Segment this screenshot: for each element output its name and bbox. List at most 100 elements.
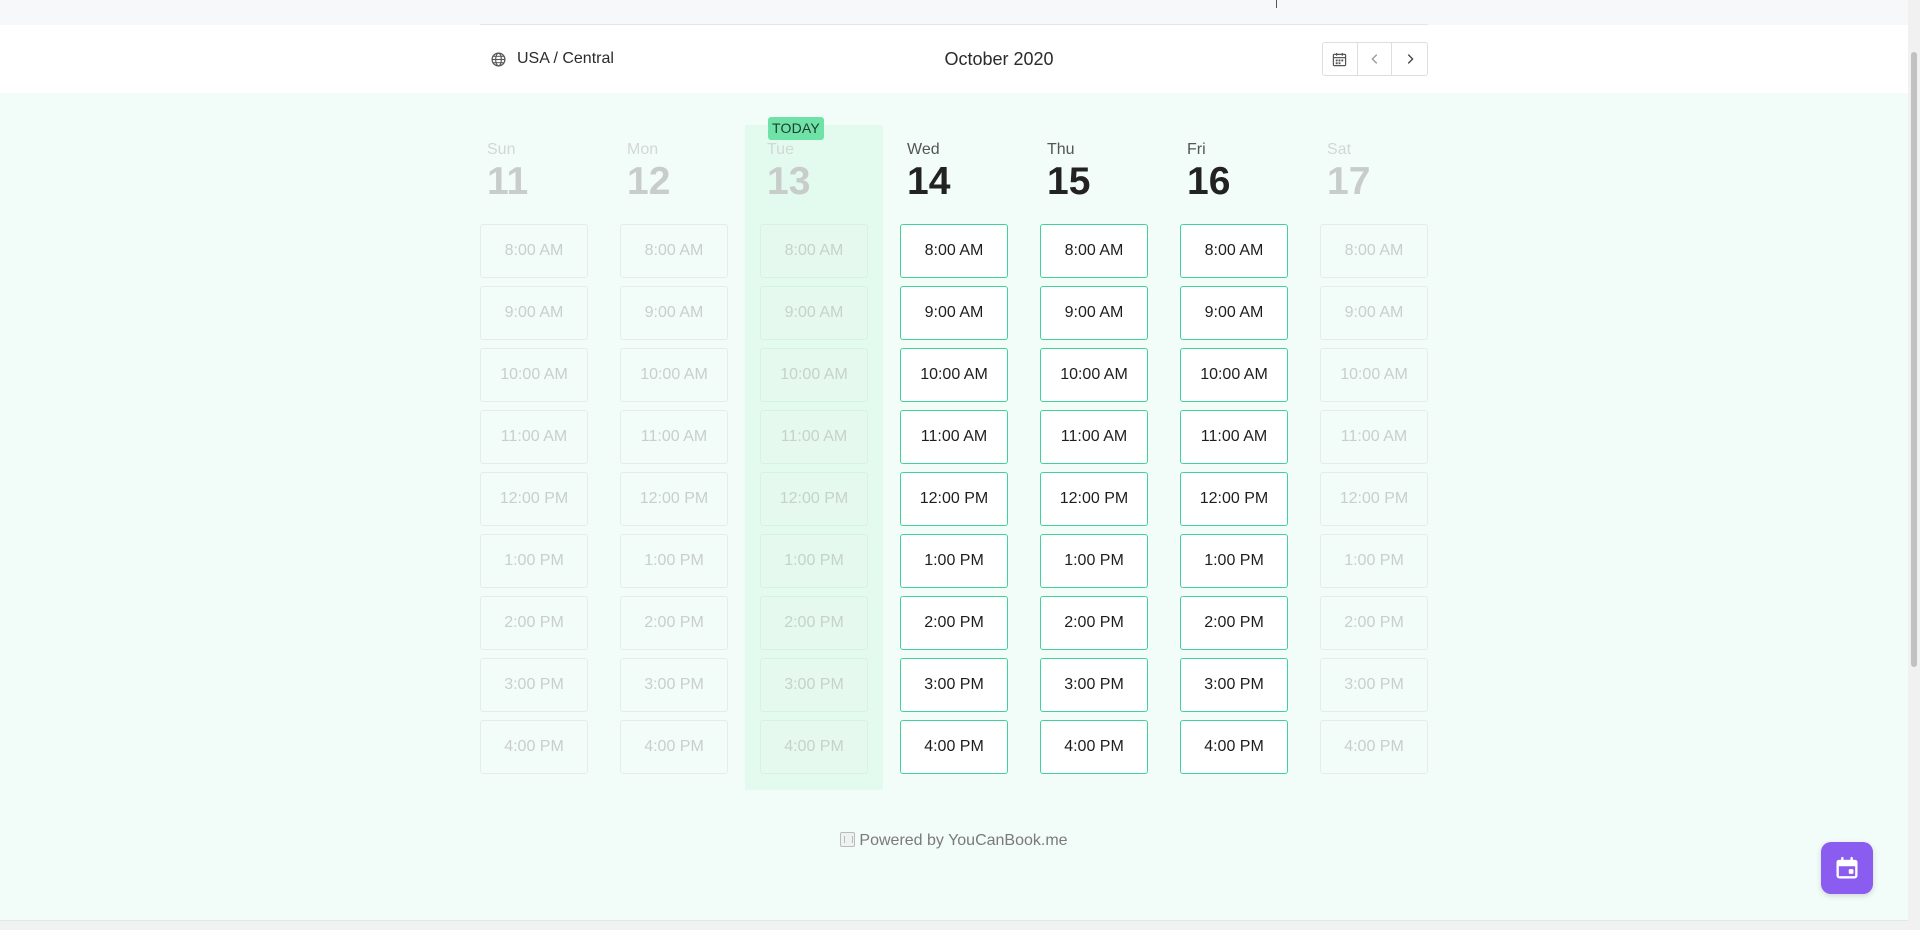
time-slot-button: 8:00 AM — [480, 224, 588, 278]
day-name: Fri — [1187, 141, 1206, 158]
time-slot-button: 9:00 AM — [760, 286, 868, 340]
day-number: 15 — [1047, 160, 1091, 203]
time-slot-button[interactable]: 2:00 PM — [1180, 596, 1288, 650]
time-slot-button: 10:00 AM — [480, 348, 588, 402]
calendar-icon — [1836, 856, 1858, 879]
time-slot-button[interactable]: 12:00 PM — [1180, 472, 1288, 526]
time-slot-button: 12:00 PM — [1320, 472, 1428, 526]
day-number: 16 — [1187, 160, 1231, 203]
time-slot-button: 11:00 AM — [480, 410, 588, 464]
time-slot-button[interactable]: 9:00 AM — [1040, 286, 1148, 340]
scrollbar-thumb[interactable] — [1911, 52, 1917, 667]
time-slot-button: 3:00 PM — [1320, 658, 1428, 712]
time-slot-button[interactable]: 4:00 PM — [1040, 720, 1148, 774]
time-slot-button: 9:00 AM — [620, 286, 728, 340]
day-number: 12 — [627, 160, 671, 203]
time-slot-button: 1:00 PM — [1320, 534, 1428, 588]
time-slot-button[interactable]: 2:00 PM — [1040, 596, 1148, 650]
time-slot-button: 10:00 AM — [1320, 348, 1428, 402]
time-slot-button: 11:00 AM — [760, 410, 868, 464]
time-slot-button[interactable]: 10:00 AM — [900, 348, 1008, 402]
day-name: Tue — [767, 141, 794, 158]
time-slot-button: 8:00 AM — [620, 224, 728, 278]
time-slot-button: 2:00 PM — [760, 596, 868, 650]
today-badge: TODAY — [768, 117, 824, 140]
time-slot-button: 4:00 PM — [620, 720, 728, 774]
bottom-strip — [0, 920, 1908, 930]
time-slot-button: 8:00 AM — [1320, 224, 1428, 278]
time-slot-button: 3:00 PM — [620, 658, 728, 712]
time-slot-button: 3:00 PM — [480, 658, 588, 712]
time-slot-button: 4:00 PM — [480, 720, 588, 774]
time-slot-button[interactable]: 12:00 PM — [1040, 472, 1148, 526]
time-slot-button[interactable]: 9:00 AM — [1180, 286, 1288, 340]
day-name: Wed — [907, 141, 940, 158]
day-name: Mon — [627, 141, 659, 158]
day-number: 17 — [1327, 160, 1371, 203]
day-name: Thu — [1047, 141, 1075, 158]
time-slot-button[interactable]: 11:00 AM — [900, 410, 1008, 464]
time-slot-button[interactable]: 10:00 AM — [1040, 348, 1148, 402]
time-slot-button[interactable]: 2:00 PM — [900, 596, 1008, 650]
time-slot-button[interactable]: 12:00 PM — [900, 472, 1008, 526]
next-week-button[interactable] — [1392, 43, 1427, 75]
time-slot-button: 9:00 AM — [1320, 286, 1428, 340]
youcanbook-logo-icon — [840, 832, 856, 847]
time-slot-button: 9:00 AM — [480, 286, 588, 340]
time-slot-button: 4:00 PM — [1320, 720, 1428, 774]
time-slot-button: 12:00 PM — [760, 472, 868, 526]
time-slot-button: 12:00 PM — [620, 472, 728, 526]
time-slot-button[interactable]: 1:00 PM — [900, 534, 1008, 588]
time-slot-button[interactable]: 1:00 PM — [1180, 534, 1288, 588]
time-slot-button: 2:00 PM — [620, 596, 728, 650]
scrollbar[interactable] — [1908, 0, 1920, 930]
time-slot-button: 1:00 PM — [760, 534, 868, 588]
time-slot-button[interactable]: 8:00 AM — [900, 224, 1008, 278]
day-name: Sun — [487, 141, 516, 158]
time-slot-button[interactable]: 4:00 PM — [900, 720, 1008, 774]
day-header-wed: Wed 14 — [907, 140, 950, 202]
time-slot-button: 2:00 PM — [1320, 596, 1428, 650]
time-slot-button: 3:00 PM — [760, 658, 868, 712]
day-number: 14 — [907, 160, 951, 203]
chevron-right-icon — [1407, 54, 1414, 64]
day-header-tue: Tue 13 — [767, 140, 810, 202]
time-slot-button[interactable]: 3:00 PM — [1040, 658, 1148, 712]
calendar-picker-button[interactable] — [1323, 43, 1358, 75]
time-slot-button[interactable]: 9:00 AM — [900, 286, 1008, 340]
footer: Powered by YouCanBook.me — [0, 832, 1908, 850]
time-slot-button: 11:00 AM — [1320, 410, 1428, 464]
day-name: Sat — [1327, 141, 1352, 158]
calendar-icon — [1333, 52, 1347, 66]
time-slot-button[interactable]: 8:00 AM — [1180, 224, 1288, 278]
month-title-wrap: October 2020 — [0, 25, 1908, 93]
chevron-left-icon — [1370, 54, 1377, 64]
booking-widget-button[interactable] — [1821, 842, 1873, 894]
day-header-mon: Mon 12 — [627, 140, 670, 202]
time-slot-button[interactable]: 8:00 AM — [1040, 224, 1148, 278]
time-slot-button: 10:00 AM — [620, 348, 728, 402]
prev-week-button[interactable] — [1358, 43, 1393, 75]
day-number: 11 — [487, 160, 529, 203]
time-slot-button: 12:00 PM — [480, 472, 588, 526]
day-header-fri: Fri 16 — [1187, 140, 1230, 202]
day-header-sun: Sun 11 — [487, 140, 528, 202]
time-slot-button: 11:00 AM — [620, 410, 728, 464]
day-header-thu: Thu 15 — [1047, 140, 1090, 202]
time-slot-button[interactable]: 4:00 PM — [1180, 720, 1288, 774]
time-slot-button[interactable]: 10:00 AM — [1180, 348, 1288, 402]
time-slot-button: 10:00 AM — [760, 348, 868, 402]
time-slot-button[interactable]: 11:00 AM — [1180, 410, 1288, 464]
day-header-sat: Sat 17 — [1327, 140, 1370, 202]
powered-by-text[interactable]: Powered by YouCanBook.me — [859, 832, 1067, 849]
time-slot-button: 1:00 PM — [620, 534, 728, 588]
time-slot-button[interactable]: 3:00 PM — [900, 658, 1008, 712]
time-slot-button[interactable]: 11:00 AM — [1040, 410, 1148, 464]
text-caret — [1276, 0, 1277, 8]
month-title: October 2020 — [944, 48, 1054, 69]
calendar-nav — [1322, 42, 1428, 76]
time-slot-button[interactable]: 3:00 PM — [1180, 658, 1288, 712]
time-slot-button: 8:00 AM — [760, 224, 868, 278]
time-slot-button[interactable]: 1:00 PM — [1040, 534, 1148, 588]
top-strip — [0, 0, 1908, 25]
